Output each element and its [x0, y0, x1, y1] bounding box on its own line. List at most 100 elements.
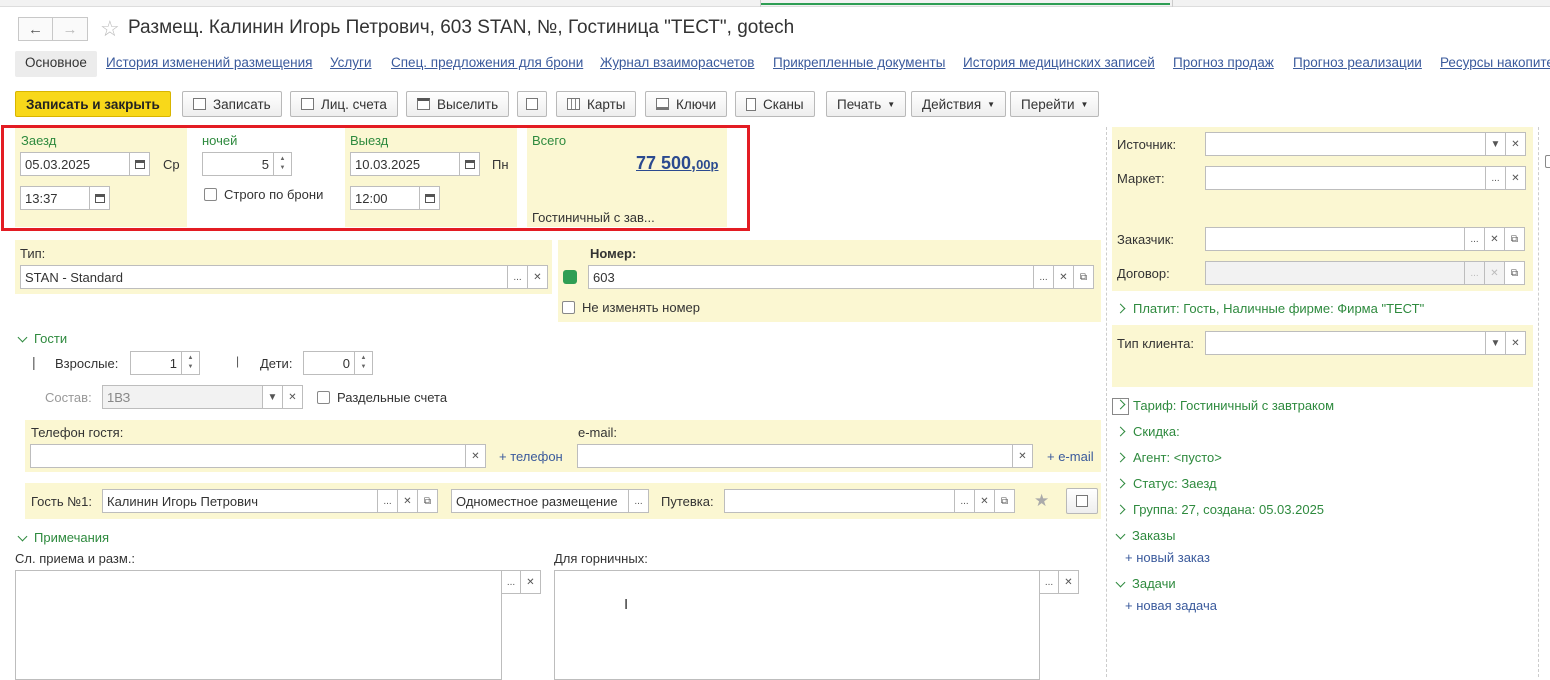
customer-input[interactable]: [1205, 227, 1465, 251]
client-type-input[interactable]: [1205, 331, 1486, 355]
wallet-button[interactable]: [517, 91, 547, 117]
housekeeping-notes-clear-button[interactable]: ✕: [1059, 570, 1079, 594]
tab-sales-forecast[interactable]: Прогноз продаж: [1163, 51, 1284, 77]
stepper-up-icon[interactable]: ▲: [361, 354, 367, 363]
children-input[interactable]: 0: [303, 351, 355, 375]
scans-button[interactable]: Сканы: [735, 91, 815, 117]
orders-section-header[interactable]: Заказы: [1113, 528, 1175, 543]
room-number-clear-button[interactable]: ✕: [1054, 265, 1074, 289]
payer-group-header[interactable]: Платит: Гость, Наличные фирме: Фирма "ТЕ…: [1115, 301, 1424, 316]
accommodation-select-button[interactable]: ...: [629, 489, 649, 513]
contract-open-button[interactable]: ⧉: [1505, 261, 1525, 285]
customer-clear-button[interactable]: ✕: [1485, 227, 1505, 251]
contract-input[interactable]: [1205, 261, 1465, 285]
customer-select-button[interactable]: ...: [1465, 227, 1485, 251]
new-order-link[interactable]: + новый заказ: [1125, 550, 1210, 565]
voucher-input[interactable]: [724, 489, 955, 513]
reception-notes-textarea[interactable]: [15, 570, 502, 680]
tab-medical-records[interactable]: История медицинских записей: [953, 51, 1165, 77]
status-group-header[interactable]: Статус: Заезд: [1115, 476, 1217, 491]
agent-group-header[interactable]: Агент: <пусто>: [1115, 450, 1222, 465]
email-input[interactable]: [577, 444, 1013, 468]
room-number-input[interactable]: 603: [588, 265, 1034, 289]
adults-stepper[interactable]: ▲ ▼: [182, 351, 200, 375]
customer-open-button[interactable]: ⧉: [1505, 227, 1525, 251]
stepper-down-icon[interactable]: ▼: [188, 363, 194, 372]
checkout-button[interactable]: Выселить: [406, 91, 510, 117]
tab-accumulation-resources[interactable]: Ресурсы накопите: [1430, 51, 1550, 77]
stepper-up-icon[interactable]: ▲: [188, 354, 194, 363]
reception-notes-clear-button[interactable]: ✕: [521, 570, 541, 594]
housekeeping-notes-textarea[interactable]: [554, 570, 1040, 680]
save-and-close-button[interactable]: Записать и закрыть: [15, 91, 171, 117]
accommodation-input[interactable]: Одноместное размещение: [451, 489, 629, 513]
room-type-clear-button[interactable]: ✕: [528, 265, 548, 289]
tab-special-offers[interactable]: Спец. предложения для брони: [381, 51, 593, 77]
client-type-dropdown-button[interactable]: ▼: [1486, 331, 1506, 355]
guest-phone-clear-button[interactable]: ✕: [466, 444, 486, 468]
composition-input[interactable]: 1ВЗ: [102, 385, 263, 409]
reception-notes-select-button[interactable]: ...: [501, 570, 521, 594]
back-button[interactable]: ←: [18, 17, 53, 41]
guest-select-button[interactable]: ...: [378, 489, 398, 513]
cards-button[interactable]: Карты: [556, 91, 637, 117]
room-number-select-button[interactable]: ...: [1034, 265, 1054, 289]
new-task-link[interactable]: + новая задача: [1125, 598, 1217, 613]
client-type-clear-button[interactable]: ✕: [1506, 331, 1526, 355]
room-type-input[interactable]: STAN - Standard: [20, 265, 508, 289]
voucher-clear-button[interactable]: ✕: [975, 489, 995, 513]
goto-menu-button[interactable]: Перейти ▼: [1010, 91, 1100, 117]
add-phone-link[interactable]: + телефон: [499, 449, 563, 464]
separate-accounts-checkbox[interactable]: [317, 391, 330, 404]
source-clear-button[interactable]: ✕: [1506, 132, 1526, 156]
contract-clear-button[interactable]: ✕: [1485, 261, 1505, 285]
active-window-tab-indicator[interactable]: [760, 3, 1170, 5]
forward-button[interactable]: →: [53, 17, 88, 41]
source-dropdown-button[interactable]: ▼: [1486, 132, 1506, 156]
favorite-star-icon[interactable]: ☆: [100, 16, 120, 42]
save-button[interactable]: Записать: [182, 91, 282, 117]
guest-card-button[interactable]: [1066, 488, 1098, 514]
room-type-select-button[interactable]: ...: [508, 265, 528, 289]
contract-select-button[interactable]: ...: [1465, 261, 1485, 285]
tariff-group-header[interactable]: Тариф: Гостиничный с завтраком: [1112, 398, 1334, 416]
stepper-down-icon[interactable]: ▼: [361, 363, 367, 372]
actions-menu-button[interactable]: Действия ▼: [911, 91, 1007, 117]
guest-name-input[interactable]: Калинин Игорь Петрович: [102, 489, 378, 513]
composition-clear-button[interactable]: ✕: [283, 385, 303, 409]
room-number-open-button[interactable]: ⧉: [1074, 265, 1094, 289]
tab-attached-documents[interactable]: Прикрепленные документы: [763, 51, 955, 77]
tab-services[interactable]: Услуги: [320, 51, 382, 77]
tab-placement-history[interactable]: История изменений размещения: [96, 51, 323, 77]
tab-settlements-journal[interactable]: Журнал взаиморасчетов: [590, 51, 764, 77]
housekeeping-notes-select-button[interactable]: ...: [1039, 570, 1059, 594]
guest-clear-button[interactable]: ✕: [398, 489, 418, 513]
keys-button[interactable]: Ключи: [645, 91, 728, 117]
guests-section-header[interactable]: Гости: [15, 331, 67, 346]
star-icon[interactable]: ★: [1034, 491, 1049, 511]
add-email-link[interactable]: + e-mail: [1047, 449, 1094, 464]
guest-open-button[interactable]: ⧉: [418, 489, 438, 513]
personal-accounts-button[interactable]: Лиц. счета: [290, 91, 398, 117]
voucher-select-button[interactable]: ...: [955, 489, 975, 513]
guest-phone-input[interactable]: [30, 444, 466, 468]
print-menu-button[interactable]: Печать ▼: [826, 91, 907, 117]
voucher-open-button[interactable]: ⧉: [995, 489, 1015, 513]
children-stepper[interactable]: ▲ ▼: [355, 351, 373, 375]
composition-dropdown-button[interactable]: ▼: [263, 385, 283, 409]
source-input[interactable]: [1205, 132, 1486, 156]
room-status-icon[interactable]: [563, 270, 577, 284]
notes-section-header[interactable]: Примечания: [15, 530, 109, 545]
tasks-section-header[interactable]: Задачи: [1113, 576, 1176, 591]
market-input[interactable]: [1205, 166, 1486, 190]
market-select-button[interactable]: ...: [1486, 166, 1506, 190]
email-clear-button[interactable]: ✕: [1013, 444, 1033, 468]
group-group-header[interactable]: Группа: 27, создана: 05.03.2025: [1115, 502, 1324, 517]
discount-group-header[interactable]: Скидка:: [1115, 424, 1180, 439]
adults-input[interactable]: 1: [130, 351, 182, 375]
keep-room-number-checkbox[interactable]: [562, 301, 575, 314]
edge-checkbox[interactable]: [1545, 155, 1550, 168]
tab-main[interactable]: Основное: [15, 51, 97, 77]
market-clear-button[interactable]: ✕: [1506, 166, 1526, 190]
tab-realization-forecast[interactable]: Прогноз реализации: [1283, 51, 1432, 77]
